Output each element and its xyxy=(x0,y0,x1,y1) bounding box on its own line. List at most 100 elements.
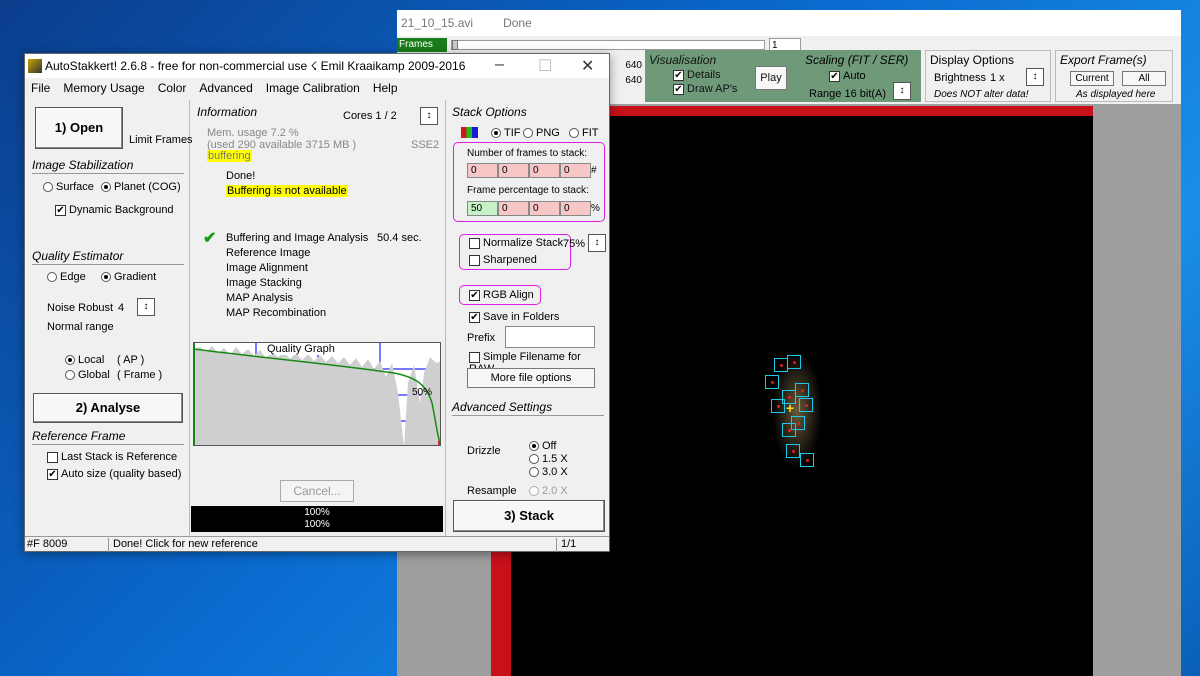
ap-box xyxy=(771,399,785,413)
radio-selected-icon xyxy=(529,441,539,452)
dynamic-background-checkbox[interactable]: ✔ Dynamic Background xyxy=(55,204,174,216)
menu-advanced[interactable]: Advanced xyxy=(199,81,252,95)
display-options-title: Display Options xyxy=(930,53,1015,67)
auto-label: Auto xyxy=(843,70,866,82)
open-button[interactable]: 1) Open xyxy=(35,107,123,149)
limit-frames-label[interactable]: Limit Frames xyxy=(129,134,193,146)
quality-noise-area xyxy=(194,346,440,445)
radio-icon xyxy=(47,272,57,283)
frames-input-4[interactable]: 0 xyxy=(560,163,591,178)
maximize-icon[interactable]: ☐ xyxy=(538,56,552,76)
global-label: Global xyxy=(78,369,110,381)
tif-label: TIF xyxy=(504,127,521,139)
radio-icon xyxy=(43,182,53,193)
last-stack-reference-checkbox[interactable]: Last Stack is Reference xyxy=(47,451,177,463)
sharpened-label: Sharpened xyxy=(483,254,537,266)
auto-size-checkbox[interactable]: ✔ Auto size (quality based) xyxy=(47,468,181,480)
export-current-button[interactable]: Current xyxy=(1070,71,1114,86)
draw-aps-checkbox[interactable]: ✔ Draw AP's xyxy=(673,83,737,95)
frame-width: 640 xyxy=(625,60,642,71)
drizzle-15-label: 1.5 X xyxy=(542,453,568,465)
step-image-stacking: Image Stacking xyxy=(226,277,302,289)
menu-help[interactable]: Help xyxy=(373,81,398,95)
viewer-title-bar: 21_10_15.avi Done xyxy=(397,10,1181,36)
drizzle-30-radio[interactable]: 3.0 X xyxy=(529,466,568,478)
cancel-button[interactable]: Cancel... xyxy=(280,480,354,502)
viewer-status: Done xyxy=(503,16,532,30)
buffering-not-available: Buffering is not available xyxy=(226,185,348,197)
check-icon: ✔ xyxy=(673,69,684,81)
ap-box xyxy=(795,383,809,397)
resample-20-radio[interactable]: 2.0 X xyxy=(529,485,568,497)
buffering-status: buffering xyxy=(207,150,252,162)
noise-robust-adjust-icon[interactable]: ↕ xyxy=(137,298,155,316)
range-adjust-icon[interactable]: ↕ xyxy=(893,82,911,100)
scaling-panel: Scaling (FIT / SER) ✔ Auto Range 16 bit(A… xyxy=(801,50,921,102)
drizzle-15-radio[interactable]: 1.5 X xyxy=(529,453,568,465)
brightness-adjust-icon[interactable]: ↕ xyxy=(1026,68,1044,86)
quality-graph: Quality Graph 50% xyxy=(193,342,441,446)
global-radio[interactable]: Global xyxy=(65,369,110,381)
scaling-title: Scaling (FIT / SER) xyxy=(805,53,909,67)
normalize-adjust-icon[interactable]: ↕ xyxy=(588,234,606,252)
step-map-recombination: MAP Recombination xyxy=(226,307,327,319)
rgb-align-checkbox[interactable]: ✔ RGB Align xyxy=(469,289,534,301)
done-label: Done! xyxy=(226,170,256,182)
checkbox-icon xyxy=(469,351,480,363)
prefix-input[interactable] xyxy=(505,326,595,348)
frames-input-3[interactable]: 0 xyxy=(529,163,560,178)
frames-input-2[interactable]: 0 xyxy=(498,163,529,178)
percentage-input-1[interactable]: 50 xyxy=(467,201,498,216)
status-frame-count: #F 8009 xyxy=(25,538,109,552)
percentage-input-4[interactable]: 0 xyxy=(560,201,591,216)
resample-label: Resample xyxy=(467,485,517,497)
status-message[interactable]: Done! Click for new reference xyxy=(111,538,557,552)
menu-file[interactable]: File xyxy=(31,81,50,95)
quality-graph-plot xyxy=(194,343,440,445)
planet-radio[interactable]: Planet (COG) xyxy=(101,181,181,193)
stack-options-title: Stack Options xyxy=(452,105,527,119)
frame-slider[interactable] xyxy=(451,40,765,50)
checkmark-icon: ✔ xyxy=(203,230,217,247)
more-file-options-button[interactable]: More file options xyxy=(467,368,595,388)
divider xyxy=(189,100,190,536)
save-in-folders-checkbox[interactable]: ✔ Save in Folders xyxy=(469,311,559,323)
fit-radio[interactable]: FIT xyxy=(569,127,599,139)
frame-percentage-label: Frame percentage to stack: xyxy=(467,185,589,196)
menu-memory-usage[interactable]: Memory Usage xyxy=(63,81,144,95)
percentage-input-3[interactable]: 0 xyxy=(529,201,560,216)
surface-radio[interactable]: Surface xyxy=(43,181,94,193)
check-icon: ✔ xyxy=(829,70,840,82)
status-page: 1/1 xyxy=(561,538,577,550)
surface-label: Surface xyxy=(56,181,94,193)
cores-adjust-icon[interactable]: ↕ xyxy=(420,107,438,125)
png-radio[interactable]: PNG xyxy=(523,127,560,139)
status-bar: #F 8009 Done! Click for new reference 1/… xyxy=(25,536,609,552)
auto-checkbox[interactable]: ✔ Auto xyxy=(829,70,866,82)
export-all-button[interactable]: All xyxy=(1122,71,1166,86)
edge-radio[interactable]: Edge xyxy=(47,271,86,283)
normal-range-label: Normal range xyxy=(47,321,114,333)
menu-color[interactable]: Color xyxy=(158,81,187,95)
minimize-icon[interactable]: – xyxy=(495,56,504,74)
play-button[interactable]: Play xyxy=(755,66,787,90)
frames-input-1[interactable]: 0 xyxy=(467,163,498,178)
export-note: As displayed here xyxy=(1076,89,1156,100)
details-label: Details xyxy=(687,69,721,81)
normalize-stack-checkbox[interactable]: Normalize Stack xyxy=(469,237,563,249)
radio-icon xyxy=(523,128,533,139)
sharpened-checkbox[interactable]: Sharpened xyxy=(469,254,537,266)
menu-image-calibration[interactable]: Image Calibration xyxy=(266,81,360,95)
autostakkert-main-window: AutoStakkert! 2.6.8 - free for non-comme… xyxy=(24,53,610,552)
percentage-input-2[interactable]: 0 xyxy=(498,201,529,216)
gradient-radio[interactable]: Gradient xyxy=(101,271,156,283)
details-checkbox[interactable]: ✔ Details xyxy=(673,69,721,81)
analyse-button[interactable]: 2) Analyse xyxy=(33,393,183,423)
tif-radio[interactable]: TIF xyxy=(491,127,521,139)
ap-box xyxy=(786,444,800,458)
stack-button[interactable]: 3) Stack xyxy=(453,500,605,532)
close-icon[interactable]: ✕ xyxy=(581,56,594,76)
ap-box xyxy=(800,453,814,467)
drizzle-off-radio[interactable]: Off xyxy=(529,440,556,452)
local-radio[interactable]: Local xyxy=(65,354,104,366)
